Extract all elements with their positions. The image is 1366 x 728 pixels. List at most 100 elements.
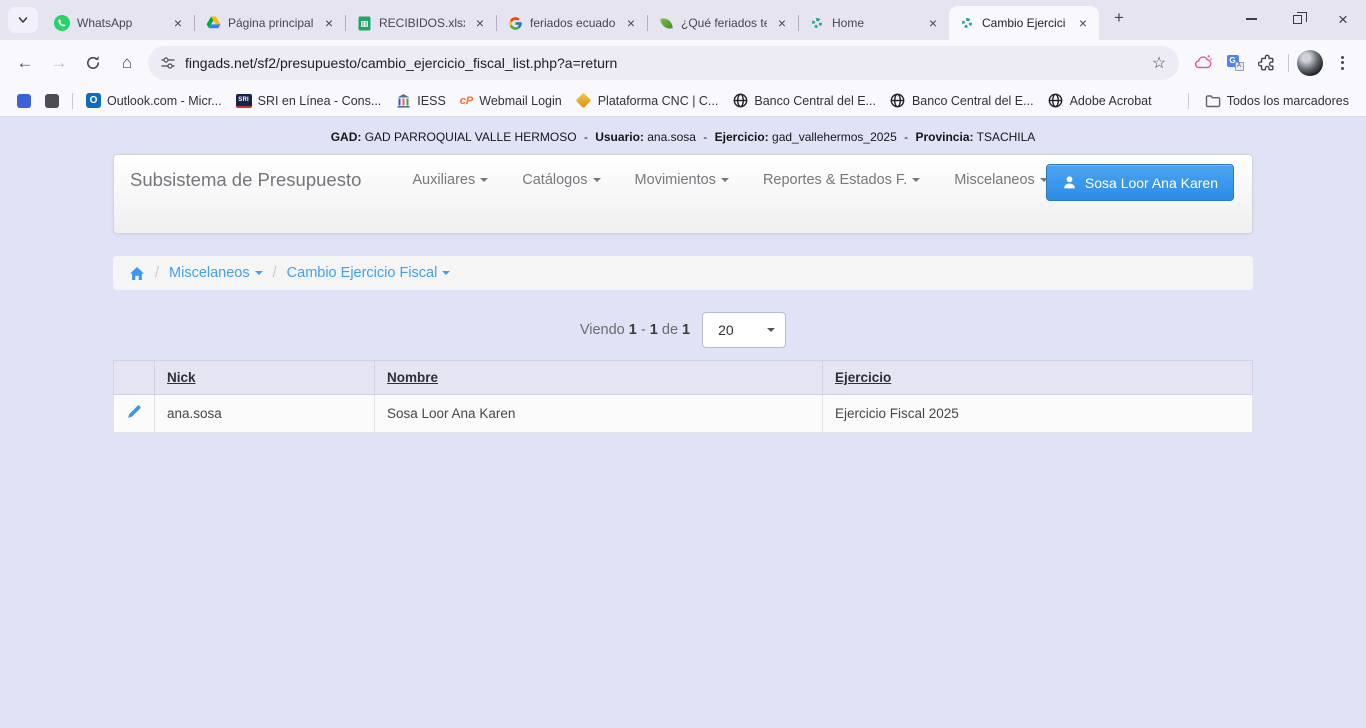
user-session-button[interactable]: Sosa Loor Ana Karen <box>1046 164 1234 201</box>
tab-feriados[interactable]: ¿Qué feriados te × <box>648 6 798 40</box>
browser-tab-strip: WhatsApp × Página principal × RECIBIDOS.… <box>0 0 1366 40</box>
web-page: GAD: GAD PARROQUIAL VALLE HERMOSO - Usua… <box>0 118 1366 728</box>
breadcrumb-label: Miscelaneos <box>169 265 250 281</box>
minimize-button[interactable] <box>1228 0 1274 38</box>
reload-button[interactable] <box>76 46 110 80</box>
bookmark-banco-central-2[interactable]: Banco Central del E... <box>883 90 1041 112</box>
restore-button[interactable] <box>1274 0 1320 38</box>
tab-close-icon[interactable]: × <box>774 15 790 31</box>
tab-close-icon[interactable]: × <box>925 15 941 31</box>
bookmark-outlook[interactable]: O Outlook.com - Micr... <box>79 90 229 111</box>
provincia-label: Provincia: <box>915 130 973 144</box>
bookmark-label: Adobe Acrobat <box>1070 94 1152 108</box>
bookmarks-separator <box>1188 93 1189 109</box>
tab-title: RECIBIDOS.xlsx - <box>379 16 465 30</box>
caret-down-icon <box>721 178 729 182</box>
usuario-label: Usuario: <box>595 130 644 144</box>
breadcrumb-label: Cambio Ejercicio Fiscal <box>287 265 438 281</box>
results-table: Nick Nombre Ejercicio ana.sosa Sosa Loor… <box>113 360 1253 433</box>
tab-cambio-ejercicio-active[interactable]: Cambio Ejercici × <box>949 6 1099 40</box>
menu-label: Movimientos <box>635 172 716 188</box>
paging-of: de <box>662 322 678 338</box>
bookmark-star-icon[interactable]: ☆ <box>1145 49 1173 77</box>
tab-home[interactable]: Home × <box>799 6 949 40</box>
nombre-cell: Sosa Loor Ana Karen <box>375 395 823 433</box>
tab-drive[interactable]: Página principal × <box>195 6 345 40</box>
user-icon <box>1062 175 1077 190</box>
tab-close-icon[interactable]: × <box>1075 15 1091 31</box>
paging-text: Viendo 1 - 1 de 1 <box>580 322 690 338</box>
column-sort-link[interactable]: Nombre <box>387 370 438 385</box>
extensions-icon[interactable] <box>1251 47 1283 79</box>
tab-close-icon[interactable]: × <box>170 15 186 31</box>
bookmark-gray-square[interactable] <box>38 91 66 111</box>
tab-google-search[interactable]: feriados ecuador × <box>497 6 647 40</box>
google-sheets-icon <box>356 15 372 31</box>
menu-movimientos[interactable]: Movimientos <box>635 172 729 188</box>
fingads-icon <box>809 15 825 31</box>
folder-icon <box>1205 93 1221 109</box>
bookmark-webmail[interactable]: cP Webmail Login <box>453 91 569 111</box>
actions-column-header <box>114 361 155 395</box>
translate-icon[interactable]: G A <box>1219 47 1251 79</box>
bookmark-iess[interactable]: IESS <box>388 90 453 112</box>
tab-close-icon[interactable]: × <box>321 15 337 31</box>
address-bar[interactable]: fingads.net/sf2/presupuesto/cambio_ejerc… <box>148 46 1179 80</box>
tab-close-icon[interactable]: × <box>472 15 488 31</box>
tab-title: WhatsApp <box>77 16 163 30</box>
tab-close-icon[interactable]: × <box>623 15 639 31</box>
google-icon <box>507 15 523 31</box>
bookmark-sri[interactable]: SRI SRI en Línea - Cons... <box>229 91 389 111</box>
breadcrumb-miscelaneos[interactable]: Miscelaneos <box>169 265 263 281</box>
gad-info-bar: GAD: GAD PARROQUIAL VALLE HERMOSO - Usua… <box>0 118 1366 144</box>
menu-auxiliares[interactable]: Auxiliares <box>412 172 488 188</box>
all-bookmarks-button[interactable]: Todos los marcadores <box>1175 90 1356 112</box>
caret-down-icon <box>912 178 920 182</box>
site-info-icon[interactable] <box>160 55 176 71</box>
reload-icon <box>85 55 101 71</box>
menu-label: Miscelaneos <box>954 172 1035 188</box>
nick-column-header: Nick <box>155 361 375 395</box>
home-button[interactable]: ⌂ <box>110 46 144 80</box>
url-text[interactable]: fingads.net/sf2/presupuesto/cambio_ejerc… <box>185 55 1136 71</box>
paging-end: 1 <box>650 322 658 338</box>
tab-whatsapp[interactable]: WhatsApp × <box>44 6 194 40</box>
bookmark-label: IESS <box>417 94 446 108</box>
home-icon <box>129 266 145 281</box>
tab-sheets[interactable]: RECIBIDOS.xlsx - × <box>346 6 496 40</box>
app-brand[interactable]: Subsistema de Presupuesto <box>130 169 361 191</box>
bookmark-cnc[interactable]: Plataforma CNC | C... <box>569 90 726 112</box>
menu-catalogos[interactable]: Catálogos <box>522 172 600 188</box>
search-labs-icon[interactable] <box>1187 47 1219 79</box>
paging-prefix: Viendo <box>580 322 625 338</box>
edit-pencil-icon[interactable] <box>126 404 142 420</box>
close-button[interactable]: × <box>1320 0 1366 38</box>
breadcrumb-home-link[interactable] <box>129 266 145 281</box>
bookmark-label: Webmail Login <box>479 94 561 108</box>
bookmark-blue-square[interactable] <box>10 91 38 111</box>
forward-button[interactable]: → <box>42 46 76 80</box>
profile-avatar[interactable] <box>1294 47 1326 79</box>
new-tab-button[interactable]: + <box>1105 4 1133 32</box>
table-header-row: Nick Nombre Ejercicio <box>114 361 1253 395</box>
info-separator: - <box>584 130 588 144</box>
menu-label: Auxiliares <box>412 172 475 188</box>
caret-down-icon <box>593 178 601 182</box>
avatar-image <box>1297 50 1323 76</box>
table-row: ana.sosa Sosa Loor Ana Karen Ejercicio F… <box>114 395 1253 433</box>
menu-label: Reportes & Estados F. <box>763 172 907 188</box>
breadcrumb: / Miscelaneos / Cambio Ejercicio Fiscal <box>113 256 1253 290</box>
back-button[interactable]: ← <box>8 46 42 80</box>
tab-search-button[interactable] <box>8 7 38 33</box>
column-sort-link[interactable]: Nick <box>167 370 196 385</box>
page-size-select[interactable]: 20 <box>702 312 786 348</box>
bookmark-label: Outlook.com - Micr... <box>107 94 222 108</box>
bookmark-adobe-acrobat[interactable]: Adobe Acrobat <box>1041 90 1159 112</box>
column-sort-link[interactable]: Ejercicio <box>835 370 891 385</box>
menu-reportes-estados[interactable]: Reportes & Estados F. <box>763 172 920 188</box>
browser-menu-button[interactable] <box>1326 47 1358 79</box>
restore-icon <box>1293 15 1302 24</box>
breadcrumb-cambio-ejercicio-fiscal[interactable]: Cambio Ejercicio Fiscal <box>287 265 451 281</box>
menu-miscelaneos[interactable]: Miscelaneos <box>954 172 1048 188</box>
bookmark-banco-central-1[interactable]: Banco Central del E... <box>725 90 883 112</box>
